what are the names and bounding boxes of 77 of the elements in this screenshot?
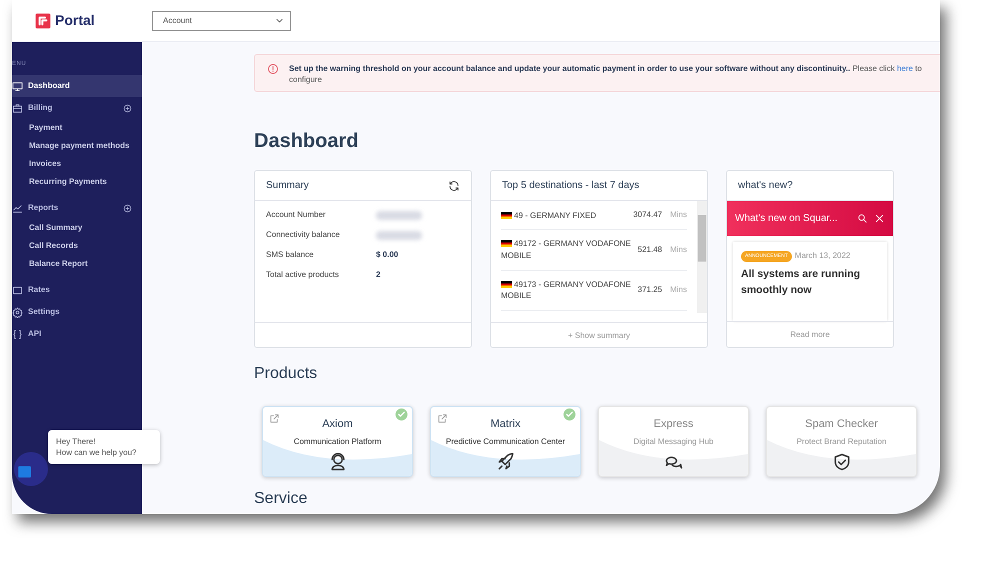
flag-icon bbox=[501, 240, 512, 248]
briefcase-icon bbox=[12, 102, 23, 114]
minutes-value: 3074.47 bbox=[633, 209, 662, 222]
logo-text: Portal bbox=[55, 11, 95, 30]
alert-icon bbox=[267, 63, 279, 75]
product-name: Axiom bbox=[322, 417, 353, 432]
summary-value: $ 0.00 bbox=[376, 249, 398, 262]
sidebar-subitem[interactable]: Call Records bbox=[12, 237, 142, 255]
refresh-icon bbox=[448, 180, 460, 192]
news-date: March 13, 2022 bbox=[794, 250, 850, 262]
product-subtitle: Digital Messaging Hub bbox=[633, 436, 714, 448]
sidebar-subitem[interactable]: Recurring Payments bbox=[12, 173, 142, 191]
product-card[interactable]: Express Digital Messaging Hub bbox=[598, 406, 749, 478]
product-name: Matrix bbox=[490, 417, 520, 432]
news-banner: What's new on Squar... bbox=[727, 201, 893, 236]
chevron-down-icon bbox=[275, 16, 284, 25]
product-card[interactable]: Matrix Predictive Communication Center bbox=[430, 406, 581, 478]
account-select[interactable]: Account bbox=[152, 10, 291, 30]
card-title: what's new? bbox=[738, 179, 793, 194]
flag-icon bbox=[501, 212, 512, 219]
product-name: Express bbox=[654, 417, 694, 432]
product-name: Spam Checker bbox=[805, 417, 878, 432]
summary-label: Connectivity balance bbox=[266, 229, 341, 242]
page-title: Dashboard bbox=[254, 129, 360, 154]
monitor-icon bbox=[12, 80, 23, 92]
alert-link[interactable]: here bbox=[896, 64, 913, 73]
minutes-value: 371.25 bbox=[638, 284, 662, 296]
sidebar-subitem[interactable]: Balance Report bbox=[12, 255, 142, 273]
sidebar-subitem[interactable]: Call Summary bbox=[12, 219, 142, 237]
chat-prompt: How can we help you? bbox=[56, 447, 138, 458]
product-card[interactable]: Axiom Communication Platform bbox=[262, 406, 413, 478]
braces-icon bbox=[12, 328, 23, 340]
sidebar-subitem[interactable]: Payment bbox=[12, 119, 142, 137]
sidebar-item[interactable]: Settings bbox=[12, 301, 142, 323]
sidebar-item[interactable]: Billing bbox=[12, 97, 142, 119]
minutes-unit: Mins bbox=[670, 284, 687, 296]
external-link-icon bbox=[269, 413, 280, 424]
sidebar-item[interactable]: Dashboard bbox=[12, 75, 142, 97]
product-subtitle: Protect Brand Reputation bbox=[796, 436, 886, 448]
destination-name: 49172 - GERMANY VODAFONE MOBILE bbox=[501, 238, 632, 262]
settings-icon bbox=[12, 306, 23, 318]
product-subtitle: Predictive Communication Center bbox=[446, 436, 566, 448]
alert-text: Set up the warning threshold on your account balance and update your automatic payment in order to use your software without any discontinuity.. Please click here to configure bbox=[289, 63, 923, 86]
sidebar-item[interactable]: Reports bbox=[12, 197, 142, 219]
section-title: Service bbox=[254, 489, 308, 510]
minutes-value: 521.48 bbox=[638, 244, 662, 256]
sidebar-subitem[interactable]: Invoices bbox=[12, 155, 142, 173]
card-title: Top 5 destinations - last 7 days bbox=[502, 179, 640, 194]
sidebar-item[interactable]: API bbox=[12, 323, 142, 345]
minutes-unit: Mins bbox=[670, 244, 687, 256]
chat-launcher-icon bbox=[14, 452, 48, 486]
section-title: Products bbox=[254, 364, 318, 384]
shield-check-icon bbox=[832, 452, 852, 472]
flag-icon bbox=[501, 280, 512, 288]
summary-value: 2 bbox=[376, 269, 380, 282]
rocket-icon bbox=[496, 452, 516, 472]
logo-icon bbox=[35, 12, 51, 28]
sidebar-item[interactable]: Rates bbox=[12, 279, 142, 301]
news-headline: All systems are running smoothly now bbox=[741, 267, 862, 298]
destination-name: 49173 - GERMANY VODAFONE MOBILE bbox=[501, 278, 632, 302]
close-icon bbox=[874, 213, 885, 224]
chart-line-icon bbox=[12, 202, 23, 214]
external-link-icon bbox=[437, 413, 448, 424]
card-title: Summary bbox=[266, 179, 309, 194]
check-circle-icon bbox=[395, 408, 408, 422]
product-card[interactable]: Spam Checker Protect Brand Reputation bbox=[766, 406, 917, 478]
minutes-unit: Mins bbox=[670, 209, 687, 222]
sidebar-subitem[interactable]: Manage payment methods bbox=[12, 137, 142, 155]
search-icon bbox=[857, 213, 868, 224]
summary-label: Account Number bbox=[266, 209, 327, 222]
product-subtitle: Communication Platform bbox=[294, 436, 382, 448]
destination-name: 49 - GERMANY FIXED bbox=[501, 210, 634, 222]
summary-label: SMS balance bbox=[266, 249, 315, 262]
card-icon bbox=[12, 284, 23, 296]
chat-greeting: Hey There! bbox=[56, 436, 96, 448]
summary-label: Total active products bbox=[266, 269, 340, 282]
check-circle-icon bbox=[563, 408, 576, 422]
